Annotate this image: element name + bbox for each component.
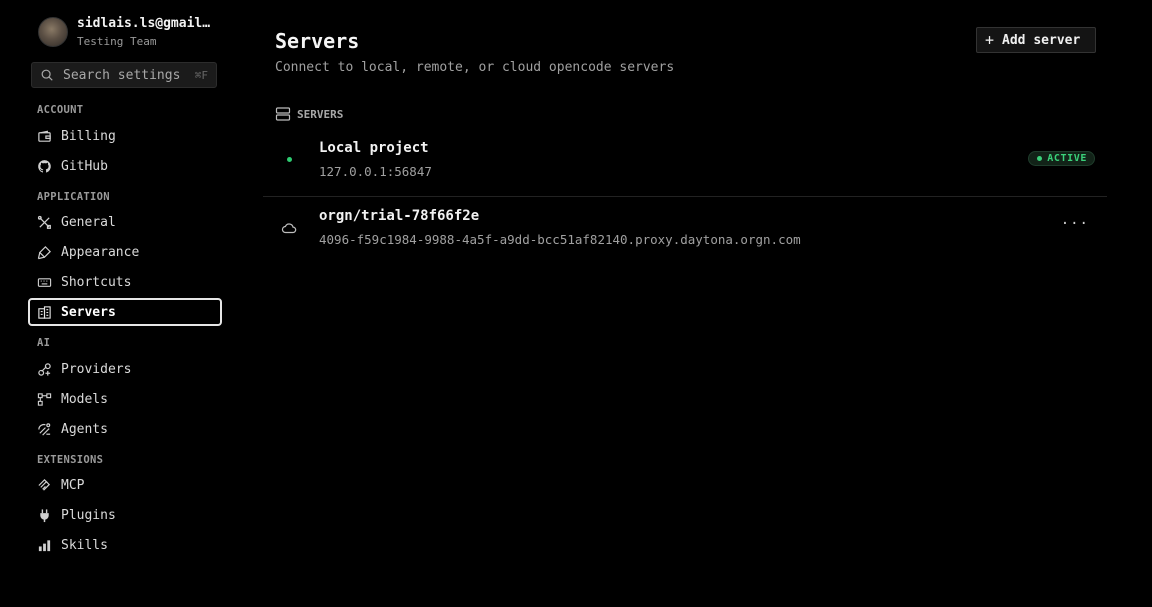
nodes-icon (37, 392, 52, 406)
add-server-button[interactable]: + Add server (976, 27, 1096, 53)
profile-team: Testing Team (77, 35, 157, 48)
status-badge-label: ACTIVE (1047, 153, 1087, 164)
page-title: Servers (275, 29, 360, 53)
section-application: APPLICATION (37, 191, 110, 203)
add-server-label: Add server (1002, 32, 1081, 48)
sidebar-item-agents[interactable]: Agents (28, 415, 222, 443)
green-dot-icon (287, 157, 292, 162)
status-badge: ACTIVE (1028, 151, 1095, 166)
sidebar-item-label: Providers (61, 361, 132, 377)
server-row-orgn-trial[interactable]: orgn/trial-78f66f2e 4096-f59c1984-9988-4… (263, 200, 1107, 264)
plug-connection-icon (38, 362, 51, 376)
search-settings-input[interactable]: Search settings ⌘F (31, 62, 217, 88)
sidebar-item-label: General (61, 214, 116, 230)
keyboard-icon (37, 277, 52, 287)
github-icon (38, 159, 51, 173)
server-stack-icon (275, 107, 291, 121)
sidebar-item-label: Shortcuts (61, 274, 132, 290)
sidebar-item-skills[interactable]: Skills (28, 531, 222, 559)
sidebar-item-label: GitHub (61, 158, 108, 174)
page-subtitle: Connect to local, remote, or cloud openc… (275, 60, 675, 75)
section-extensions: EXTENSIONS (37, 454, 104, 466)
sidebar-item-models[interactable]: Models (28, 385, 222, 413)
servers-section-label: SERVERS (297, 107, 344, 121)
search-icon (41, 69, 53, 81)
search-shortcut: ⌘F (194, 68, 208, 82)
sidebar-item-label: Billing (61, 128, 116, 144)
sidebar-item-providers[interactable]: Providers (28, 355, 222, 383)
sidebar-item-general[interactable]: General (28, 208, 222, 236)
sidebar-item-mcp[interactable]: MCP (28, 471, 222, 499)
sidebar-item-label: Appearance (61, 244, 140, 260)
server-row-local-project[interactable]: Local project 127.0.0.1:56847 ACTIVE (263, 132, 1107, 197)
status-dot-icon (1037, 156, 1043, 161)
section-ai: AI (37, 337, 51, 349)
sidebar-item-servers[interactable]: Servers (28, 298, 222, 326)
plus-icon: + (985, 31, 995, 49)
sidebar-item-github[interactable]: GitHub (28, 152, 222, 180)
sidebar-item-label: MCP (61, 477, 85, 493)
section-account: ACCOUNT (37, 104, 84, 116)
more-options-icon[interactable]: ··· (1061, 216, 1089, 232)
sidebar-item-label: Plugins (61, 507, 116, 523)
server-name: orgn/trial-78f66f2e (319, 208, 480, 224)
sidebar-item-plugins[interactable]: Plugins (28, 501, 222, 529)
building-icon (38, 305, 51, 319)
sidebar-item-label: Servers (61, 304, 116, 320)
settings-sidebar: sidlais.ls@gmail.com Testing Team Search… (0, 0, 240, 607)
avatar (38, 17, 68, 47)
agents-icon (38, 422, 51, 436)
sidebar-item-appearance[interactable]: Appearance (28, 238, 222, 266)
server-url: 127.0.0.1:56847 (319, 164, 432, 179)
sidebar-item-label: Models (61, 391, 108, 407)
profile[interactable]: sidlais.ls@gmail.com Testing Team (38, 16, 217, 48)
wallet-icon (38, 130, 51, 142)
profile-email: sidlais.ls@gmail.com (77, 16, 217, 31)
sidebar-item-billing[interactable]: Billing (28, 122, 222, 150)
sidebar-item-label: Agents (61, 421, 108, 437)
bar-chart-icon (38, 539, 51, 551)
sidebar-item-shortcuts[interactable]: Shortcuts (28, 268, 222, 296)
plug-icon (40, 508, 49, 522)
sidebar-item-label: Skills (61, 537, 108, 553)
server-url: 4096-f59c1984-9988-4a5f-a9dd-bcc51af8214… (319, 232, 801, 247)
cloud-icon (281, 223, 297, 234)
servers-section-header: SERVERS (275, 106, 343, 122)
server-name: Local project (319, 140, 429, 156)
search-placeholder: Search settings (63, 67, 181, 83)
mcp-icon (38, 478, 51, 491)
tools-icon (37, 215, 51, 229)
paintbrush-icon (37, 245, 51, 259)
